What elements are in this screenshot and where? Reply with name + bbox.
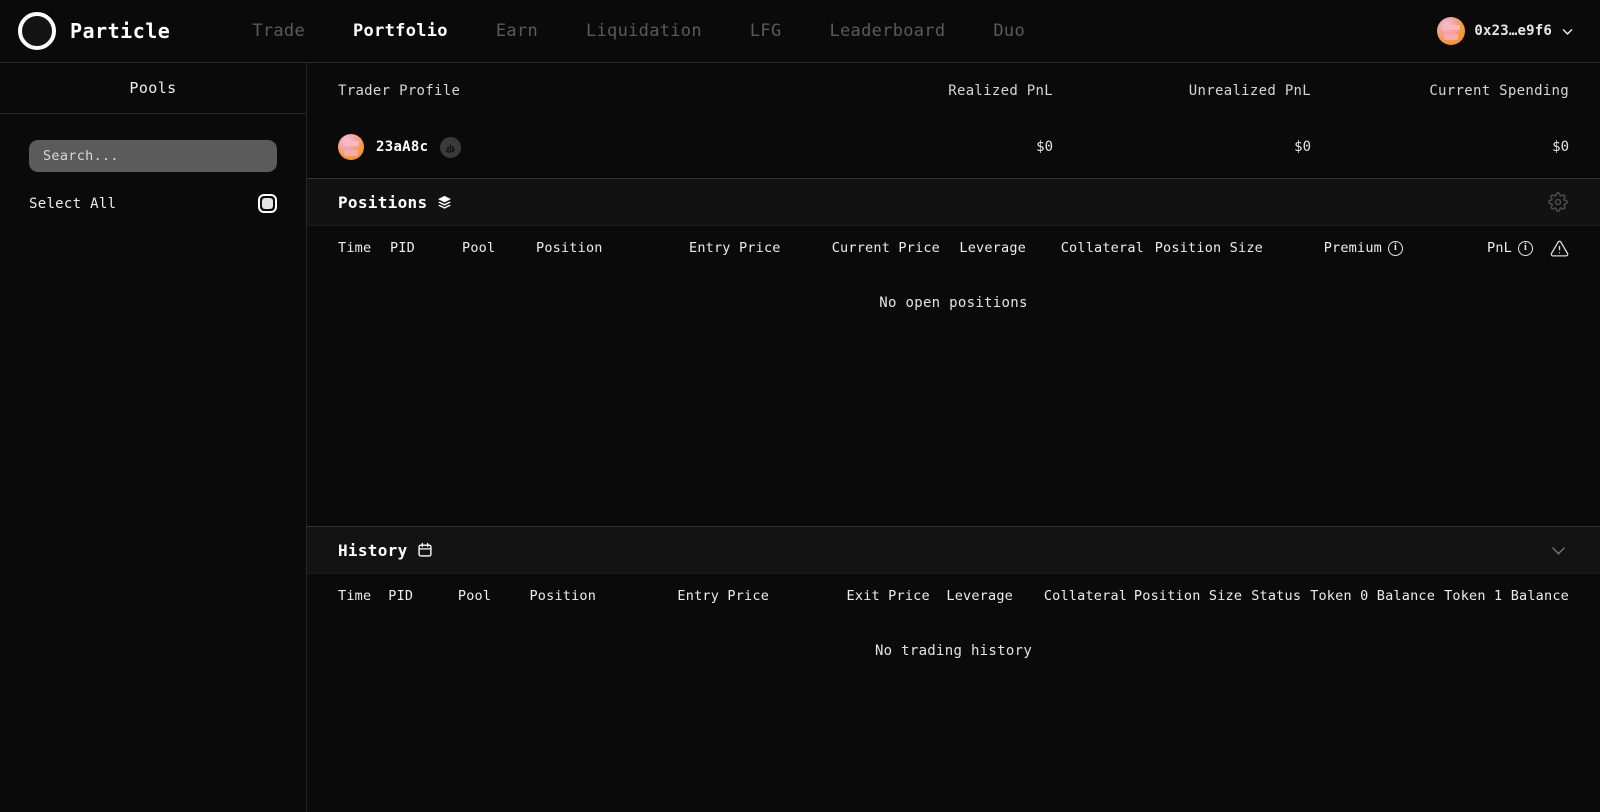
nav-item-liquidation[interactable]: Liquidation (562, 13, 726, 49)
brand-name: Particle (70, 19, 171, 43)
col-positions-premium-label: Premium (1323, 240, 1382, 256)
nav-item-earn[interactable]: Earn (472, 13, 562, 49)
positions-section: Positions Time PID Pool Position Entry P… (307, 178, 1600, 526)
positions-actions (1547, 191, 1569, 213)
trader-realized-pnl: $0 (1036, 139, 1053, 155)
col-positions-position-size[interactable]: Position Size (1144, 240, 1263, 256)
main-nav-links: Trade Portfolio Earn Liquidation LFG Lea… (228, 13, 1049, 49)
warning-triangle-icon[interactable] (1550, 239, 1569, 258)
nav-item-lfg[interactable]: LFG (726, 13, 806, 49)
nav-item-trade[interactable]: Trade (228, 13, 329, 49)
history-section: History Time PID Pool Position Entry Pri… (307, 526, 1600, 812)
col-positions-pnl-label: PnL (1487, 240, 1512, 256)
col-positions-pool[interactable]: Pool (462, 240, 536, 256)
premium-info-icon[interactable]: i (1388, 240, 1403, 256)
nav-item-portfolio[interactable]: Portfolio (329, 13, 472, 49)
top-navigation-bar: Particle Trade Portfolio Earn Liquidatio… (0, 0, 1600, 63)
wallet-menu-button[interactable]: 0x23…e9f6 (1437, 17, 1580, 45)
history-empty-state: No trading history (874, 643, 1033, 659)
trader-profile-panel: Trader Profile Realized PnL Unrealized P… (307, 63, 1600, 178)
layers-icon (436, 194, 453, 211)
positions-table-header: Time PID Pool Position Entry Price Curre… (307, 226, 1600, 270)
col-history-exit-price[interactable]: Exit Price (823, 588, 930, 604)
nav-item-duo[interactable]: Duo (969, 13, 1049, 49)
stats-badge-icon[interactable] (440, 136, 462, 158)
positions-empty-state: No open positions (879, 295, 1028, 311)
trader-unrealized-pnl: $0 (1294, 139, 1311, 155)
history-title-group: History (338, 541, 433, 560)
gear-icon[interactable] (1547, 191, 1569, 213)
pool-search-input[interactable] (29, 140, 277, 172)
sidebar-title: Pools (0, 63, 306, 114)
col-positions-time[interactable]: Time (338, 240, 390, 256)
col-history-token0-balance[interactable]: Token 0 Balance (1310, 588, 1435, 604)
chevron-down-icon (1561, 25, 1574, 38)
page-body: Pools Select All Trader Profile Realized… (0, 63, 1600, 812)
col-positions-current-price[interactable]: Current Price (832, 240, 940, 256)
col-positions-collateral[interactable]: Collateral (1026, 240, 1144, 256)
particle-ring-logo-icon (18, 12, 56, 50)
col-history-position-size[interactable]: Position Size (1127, 588, 1242, 604)
trader-profile-header-row: Trader Profile Realized PnL Unrealized P… (338, 63, 1569, 119)
col-positions-entry-price[interactable]: Entry Price (689, 240, 840, 256)
history-section-header[interactable]: History (307, 526, 1600, 574)
col-history-entry-price[interactable]: Entry Price (677, 588, 823, 604)
col-positions-pnl[interactable]: PnL i (1403, 240, 1533, 256)
pnl-info-icon[interactable]: i (1518, 240, 1533, 256)
col-positions-leverage[interactable]: Leverage (940, 240, 1026, 256)
calendar-icon (417, 542, 433, 558)
history-collapse-chevron-down-icon[interactable] (1547, 539, 1569, 561)
checkbox-fill (262, 198, 273, 209)
select-all-row: Select All (29, 194, 277, 213)
brand-logo[interactable]: Particle (12, 12, 170, 50)
positions-section-header: Positions (307, 178, 1600, 226)
wallet-address: 0x23…e9f6 (1474, 23, 1552, 39)
col-history-collateral[interactable]: Collateral (1013, 588, 1127, 604)
sidebar-content: Select All (0, 114, 306, 213)
app-root: Particle Trade Portfolio Earn Liquidatio… (0, 0, 1600, 812)
main-content: Trader Profile Realized PnL Unrealized P… (307, 63, 1600, 812)
trader-name: 23aA8c (376, 139, 429, 155)
col-header-realized-pnl: Realized PnL (948, 83, 1053, 99)
history-actions (1547, 539, 1569, 561)
pools-sidebar: Pools Select All (0, 63, 307, 812)
col-positions-premium[interactable]: Premium i (1263, 240, 1403, 256)
select-all-checkbox[interactable] (258, 194, 277, 213)
trader-profile-row: 23aA8c $0 $0 $0 (338, 119, 1569, 175)
col-header-trader-profile: Trader Profile (338, 83, 461, 99)
positions-title-group: Positions (338, 193, 453, 212)
col-history-pool[interactable]: Pool (458, 588, 530, 604)
col-history-leverage[interactable]: Leverage (930, 588, 1013, 604)
col-history-position[interactable]: Position (529, 588, 677, 604)
col-header-current-spending: Current Spending (1429, 83, 1569, 99)
positions-title: Positions (338, 192, 428, 212)
nav-item-leaderboard[interactable]: Leaderboard (805, 13, 969, 49)
col-history-trailing-group: Status Token 0 Balance Token 1 Balance (1242, 588, 1569, 604)
trader-identity[interactable]: 23aA8c (338, 134, 818, 160)
trader-avatar-icon (338, 134, 364, 160)
col-header-unrealized-pnl: Unrealized PnL (1188, 83, 1311, 99)
positions-warning-cell (1533, 239, 1569, 258)
col-history-status[interactable]: Status (1251, 588, 1301, 604)
col-positions-position[interactable]: Position (536, 240, 689, 256)
history-title: History (338, 540, 408, 560)
col-history-token1-balance[interactable]: Token 1 Balance (1444, 588, 1569, 604)
select-all-label: Select All (29, 195, 117, 212)
trader-current-spending: $0 (1552, 139, 1569, 155)
wallet-avatar-icon (1437, 17, 1466, 45)
col-positions-pid[interactable]: PID (390, 240, 462, 256)
col-history-pid[interactable]: PID (388, 588, 458, 604)
col-history-time[interactable]: Time (338, 588, 388, 604)
history-table-header: Time PID Pool Position Entry Price Exit … (307, 574, 1600, 618)
